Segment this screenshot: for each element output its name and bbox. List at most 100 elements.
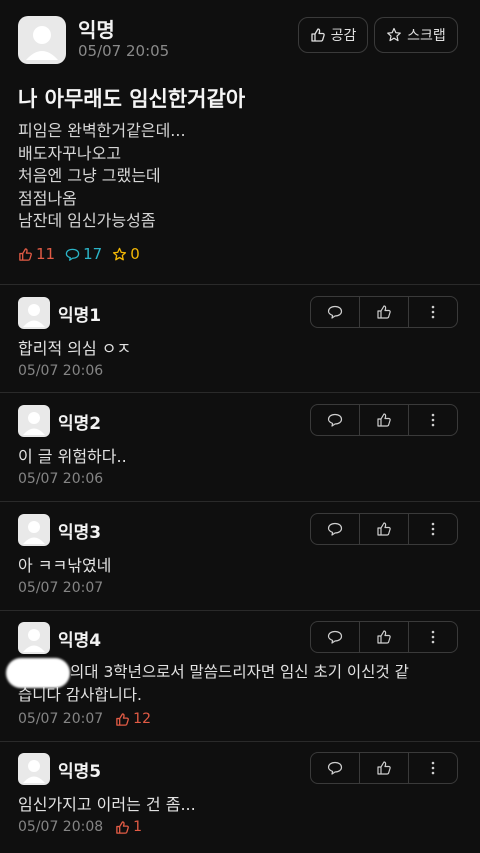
comment-meta: 05/07 20:08 1 (18, 819, 142, 835)
speech-bubble-icon (65, 248, 80, 261)
post-author-avatar (18, 16, 66, 64)
like-button-label: 공감 (330, 28, 357, 44)
comment-avatar (18, 405, 50, 437)
comment-actions (310, 296, 458, 328)
comment: 익명1 합리적 의심 ㅇㅈ 05/07 20:06 (0, 285, 480, 392)
comment-like-button[interactable] (360, 622, 409, 652)
more-vertical-icon (431, 761, 435, 775)
comment-date: 05/07 20:06 (18, 363, 104, 379)
comment-author: 익명3 (58, 523, 102, 543)
comment-meta: 05/07 20:06 (18, 471, 103, 487)
speech-bubble-icon (327, 305, 343, 319)
person-icon (23, 521, 45, 544)
comment-date: 05/07 20:06 (18, 471, 104, 487)
speech-bubble-icon (327, 630, 343, 644)
reply-button[interactable] (311, 514, 360, 544)
comment-avatar (18, 514, 50, 546)
comment-date: 05/07 20:07 (18, 580, 104, 596)
comment: 익명3 아 ㅋㅋ낚였네 05/07 20:07 (0, 502, 480, 610)
more-button[interactable] (409, 753, 457, 783)
comment-actions (310, 621, 458, 653)
more-button[interactable] (409, 405, 457, 435)
star-icon (387, 27, 402, 42)
comment-actions (310, 404, 458, 436)
thumbs-up-icon (377, 413, 391, 427)
scrap-button-label: 스크랩 (407, 28, 446, 44)
post-stats: 11 17 0 (18, 245, 150, 263)
comment-author: 익명5 (58, 762, 102, 782)
person-icon (23, 629, 45, 652)
comment-text: 아 ㅋㅋ낚였네 (18, 556, 112, 575)
reply-button[interactable] (311, 405, 360, 435)
thumbs-up-icon (116, 712, 130, 726)
scrap-count-value: 0 (130, 245, 140, 263)
comment-text: 임신가지고 이러는 건 좀... (18, 795, 196, 814)
comment-avatar (18, 753, 50, 785)
comment-meta: 05/07 20:07 (18, 580, 103, 596)
more-vertical-icon (431, 305, 435, 319)
post-body: 피임은 완벽한거같은데... 배도자꾸나오고 처음엔 그냥 그랬는데 점점나옴 … (18, 120, 186, 233)
post-title: 나 아무래도 임신한거같아 (18, 87, 246, 111)
reply-button[interactable] (311, 297, 360, 327)
comment-text: 이 글 위험하다.. (18, 447, 127, 466)
comment: 익명4 의대 3학년으로서 말씀드리자면 임신 초기 이신것 같 습니다 감사합… (0, 611, 480, 741)
post-body-line: 처음엔 그냥 그랬는데 (18, 166, 161, 185)
comment-date: 05/07 20:07 (18, 711, 104, 727)
comment-like-button[interactable] (360, 514, 409, 544)
thumbs-up-icon (377, 630, 391, 644)
comment-author: 익명1 (58, 306, 102, 326)
person-icon (26, 26, 58, 60)
scrap-button[interactable]: 스크랩 (374, 17, 458, 53)
more-button[interactable] (409, 514, 457, 544)
comment-like-count: 1 (115, 819, 142, 835)
post-date: 05/07 20:05 (78, 42, 170, 60)
comment-like-value: 12 (133, 711, 151, 727)
like-count: 11 (18, 245, 55, 263)
speech-bubble-icon (327, 761, 343, 775)
thumbs-up-icon (116, 820, 130, 834)
scrap-count: 0 (112, 245, 140, 263)
thumbs-up-icon (19, 247, 32, 261)
person-icon (23, 304, 45, 327)
thumbs-up-icon (310, 28, 325, 42)
comment-meta: 05/07 20:07 12 (18, 711, 151, 727)
comment-text: 합리적 의심 ㅇㅈ (18, 339, 132, 358)
comment-like-count: 12 (115, 711, 151, 727)
speech-bubble-icon (327, 522, 343, 536)
comment-actions (310, 752, 458, 784)
post-body-line: 점점나옴 (18, 188, 77, 208)
more-vertical-icon (431, 522, 435, 536)
reply-button[interactable] (311, 753, 360, 783)
post-body-line: 피임은 완벽한거같은데... (18, 121, 186, 140)
more-vertical-icon (431, 630, 435, 644)
comment-meta: 05/07 20:06 (18, 363, 103, 379)
like-button[interactable]: 공감 (298, 17, 368, 53)
comment-like-button[interactable] (360, 753, 409, 783)
reply-button[interactable] (311, 622, 360, 652)
comment-text: 의대 3학년으로서 말씀드리자면 임신 초기 이신것 같 (70, 663, 409, 681)
post: 익명 05/07 20:05 공감 스크랩 나 아무래도 임신한거같아 피임은 … (0, 0, 480, 270)
thumbs-up-icon (377, 305, 391, 319)
comment-like-button[interactable] (360, 297, 409, 327)
post-author: 익명 (78, 18, 115, 42)
comment-count-value: 17 (83, 245, 103, 263)
comment-like-value: 1 (133, 819, 143, 835)
thumbs-up-icon (377, 761, 391, 775)
post-body-line: 배도자꾸나오고 (18, 143, 122, 163)
post-body-line: 남잔데 임신가능성좀 (18, 211, 156, 230)
redaction-blob (6, 658, 70, 688)
star-icon (113, 247, 127, 260)
comment-avatar (18, 297, 50, 329)
comment: 익명5 임신가지고 이러는 건 좀... 05/07 20:08 1 (0, 742, 480, 853)
comment-count: 17 (65, 245, 102, 263)
speech-bubble-icon (327, 413, 343, 427)
person-icon (23, 412, 45, 435)
comment-author: 익명4 (58, 631, 102, 651)
more-button[interactable] (409, 297, 457, 327)
comment-actions (310, 513, 458, 545)
comment-author: 익명2 (58, 414, 102, 434)
more-vertical-icon (431, 413, 435, 427)
comment-like-button[interactable] (360, 405, 409, 435)
comment-date: 05/07 20:08 (18, 819, 104, 835)
more-button[interactable] (409, 622, 457, 652)
